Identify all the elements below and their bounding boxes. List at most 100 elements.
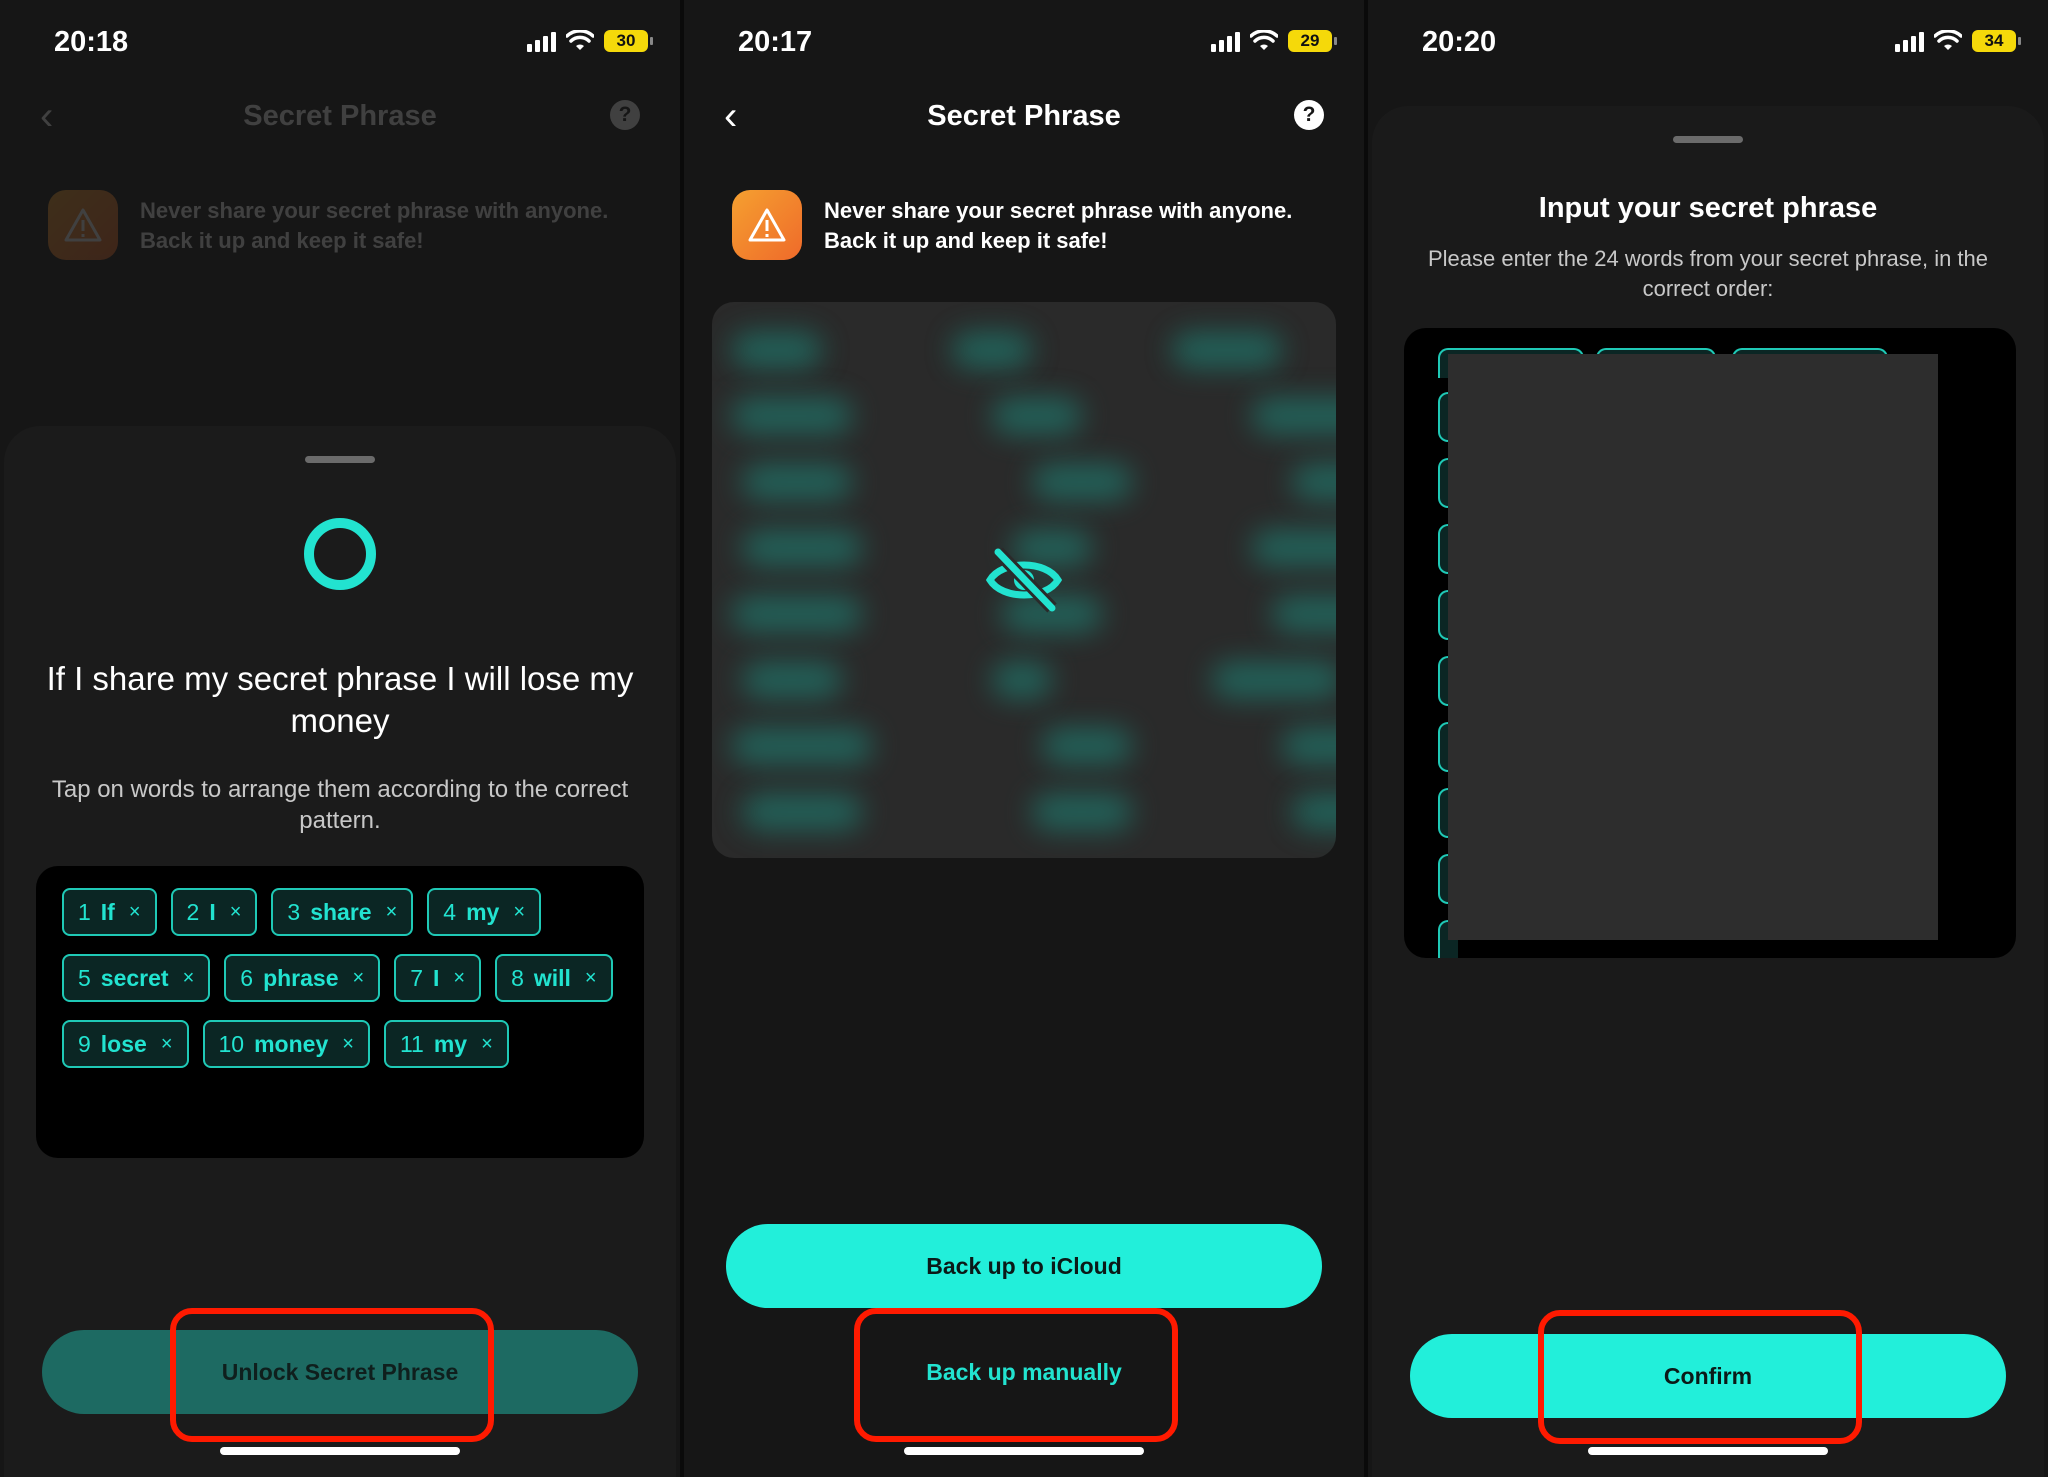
- warning-icon: [48, 190, 118, 260]
- blurred-word: [992, 662, 1052, 698]
- highlight-box: [1538, 1310, 1862, 1444]
- blurred-word: [1272, 596, 1336, 632]
- warning-banner: Never share your secret phrase with anyo…: [48, 190, 640, 262]
- remove-icon[interactable]: ×: [585, 967, 597, 990]
- selected-words-box: 1 If × 2 I × 3 share × 4 my × 5 secret × 6 phrase × 7 I × 8 wi…: [36, 866, 644, 1158]
- back-up-icloud-button[interactable]: Back up to iCloud: [726, 1224, 1322, 1308]
- signal-icon: [1211, 30, 1240, 52]
- highlight-box: [854, 1308, 1178, 1442]
- warning-banner: Never share your secret phrase with anyo…: [732, 190, 1324, 262]
- remove-icon[interactable]: ×: [353, 967, 365, 990]
- input-sheet: Input your secret phrase Please enter th…: [1372, 106, 2044, 1477]
- blurred-word: [1212, 662, 1336, 698]
- word-chip[interactable]: 9 lose ×: [62, 1020, 189, 1068]
- blurred-word: [992, 398, 1082, 434]
- remove-icon[interactable]: ×: [183, 967, 195, 990]
- nav-title: Secret Phrase: [927, 100, 1121, 132]
- blurred-word: [1292, 464, 1336, 500]
- blurred-word: [742, 464, 852, 500]
- blurred-word: [952, 332, 1032, 368]
- word-chip[interactable]: 4 my ×: [427, 888, 542, 936]
- wifi-icon: [1250, 30, 1278, 50]
- word-chip[interactable]: 1 If ×: [62, 888, 157, 936]
- blurred-word: [1252, 398, 1336, 434]
- status-bar: 20:20 34: [1368, 26, 2048, 66]
- chip-word: lose: [100, 1030, 147, 1057]
- remove-icon[interactable]: ×: [230, 901, 242, 924]
- blurred-word: [1032, 464, 1132, 500]
- blurred-word: [1292, 794, 1336, 830]
- remove-icon[interactable]: ×: [481, 1033, 493, 1056]
- status-icons: 29: [1211, 30, 1337, 52]
- chip-word: money: [254, 1030, 329, 1057]
- word-chip[interactable]: 2 I ×: [170, 888, 258, 936]
- blurred-word: [732, 398, 852, 434]
- nav-bar: ‹ Secret Phrase ?: [684, 92, 1364, 142]
- blurred-word: [732, 728, 872, 764]
- blurred-word: [732, 332, 822, 368]
- status-icons: 30: [527, 30, 653, 52]
- home-indicator: [1588, 1447, 1828, 1455]
- word-chip[interactable]: 11 my ×: [383, 1020, 509, 1068]
- blurred-word: [742, 662, 842, 698]
- nav-title: Secret Phrase: [243, 100, 437, 132]
- wifi-icon: [1934, 30, 1962, 50]
- sheet-title: If I share my secret phrase I will lose …: [46, 660, 634, 739]
- sheet-subtitle: Tap on words to arrange them according t…: [51, 776, 629, 834]
- blurred-word: [1172, 332, 1282, 368]
- warning-text: Never share your secret phrase with anyo…: [824, 198, 1293, 253]
- chip-number: 11: [399, 1030, 424, 1057]
- signal-icon: [1895, 30, 1924, 52]
- word-chip[interactable]: 8 will ×: [495, 954, 613, 1002]
- blurred-word: [742, 530, 862, 566]
- status-icons: 34: [1895, 30, 2021, 52]
- remove-icon[interactable]: ×: [386, 901, 398, 924]
- redacted-area: [1448, 354, 1938, 940]
- remove-icon[interactable]: ×: [342, 1033, 354, 1056]
- word-chip[interactable]: 3 share ×: [271, 888, 414, 936]
- sheet-handle[interactable]: [1673, 136, 1743, 143]
- remove-icon[interactable]: ×: [453, 967, 465, 990]
- warning-text: Never share your secret phrase with anyo…: [140, 198, 609, 253]
- status-time: 20:20: [1422, 26, 1497, 58]
- chip-word: my: [433, 1030, 468, 1057]
- chip-word: secret: [100, 964, 169, 991]
- chip-number: 6: [240, 964, 254, 991]
- chip-number: 4: [443, 898, 457, 925]
- chip-word: phrase: [263, 964, 339, 991]
- hidden-phrase-box[interactable]: [712, 302, 1336, 858]
- blurred-word: [732, 596, 862, 632]
- remove-icon[interactable]: ×: [161, 1033, 173, 1056]
- chip-number: 10: [218, 1030, 245, 1057]
- nav-bar: ‹ Secret Phrase ?: [0, 92, 680, 142]
- chip-word: I: [432, 964, 440, 991]
- signal-icon: [527, 30, 556, 52]
- chip-number: 9: [78, 1030, 91, 1057]
- word-chip[interactable]: 7 I ×: [394, 954, 482, 1002]
- help-icon[interactable]: ?: [1294, 100, 1324, 130]
- blurred-word: [1032, 794, 1132, 830]
- word-chip[interactable]: 6 phrase ×: [224, 954, 381, 1002]
- help-icon[interactable]: ?: [610, 100, 640, 130]
- sheet-subtitle: Please enter the 24 words from your secr…: [1427, 246, 1989, 301]
- word-chip[interactable]: 5 secret ×: [62, 954, 211, 1002]
- highlight-box: [170, 1308, 494, 1442]
- loading-ring-icon: [304, 518, 376, 590]
- chip-word: share: [310, 898, 372, 925]
- wifi-icon: [566, 30, 594, 50]
- sheet-handle[interactable]: [305, 456, 375, 463]
- battery-icon: 29: [1288, 30, 1337, 52]
- chip-number: 3: [287, 898, 301, 925]
- remove-icon[interactable]: ×: [513, 901, 525, 924]
- status-time: 20:18: [54, 26, 129, 58]
- status-bar: 20:17 29: [684, 26, 1364, 66]
- chip-number: 2: [186, 898, 200, 925]
- eye-slash-icon[interactable]: [984, 540, 1064, 620]
- chip-number: 5: [78, 964, 91, 991]
- word-chip[interactable]: 10 money ×: [202, 1020, 370, 1068]
- blurred-word: [1252, 530, 1336, 566]
- phrase-input-box[interactable]: [1404, 328, 2016, 958]
- blurred-word: [1282, 728, 1336, 764]
- home-indicator: [904, 1447, 1144, 1455]
- remove-icon[interactable]: ×: [129, 901, 141, 924]
